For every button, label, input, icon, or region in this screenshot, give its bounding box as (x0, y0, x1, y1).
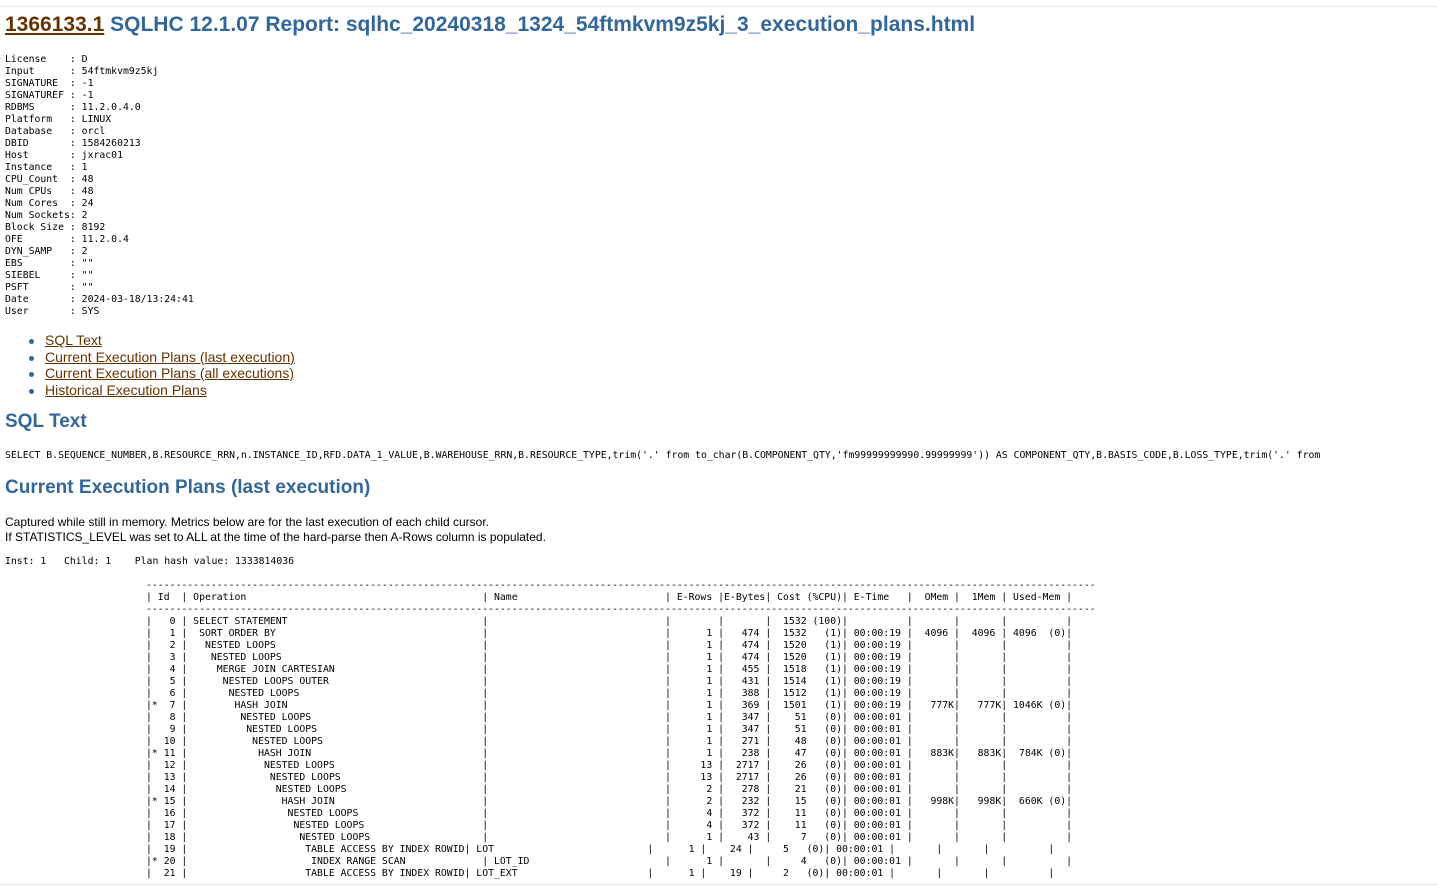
plan-line: | 8 | NESTED LOOPS | | 1 | 347 | 51 (0)|… (146, 712, 1073, 723)
header-info-line: Num CPUs : 48 (5, 186, 94, 197)
header-info-line: DBID : 1584260213 (5, 138, 141, 149)
plan-line: | 17 | NESTED LOOPS | | 4 | 372 | 11 (0)… (146, 820, 1073, 831)
toc-link[interactable]: SQL Text (45, 332, 102, 348)
plan-line: | 19 | TABLE ACCESS BY INDEX ROWID| LOT … (146, 844, 1055, 855)
current-plans-heading: Current Execution Plans (last execution) (5, 477, 371, 498)
header-info-line: Date : 2024-03-18/13:24:41 (5, 294, 194, 305)
toc-link[interactable]: Current Execution Plans (last execution) (45, 349, 295, 365)
header-info-line: SIGNATUREF : -1 (5, 90, 94, 101)
bullet-icon (29, 372, 34, 377)
plan-instance-line: Inst: 1 Child: 1 Plan hash value: 133381… (5, 556, 295, 567)
plan-line: | 3 | NESTED LOOPS | | 1 | 474 | 1520 (1… (146, 652, 1073, 663)
toc-item: Historical Execution Plans (29, 382, 295, 399)
plan-line: | 14 | NESTED LOOPS | | 2 | 278 | 21 (0)… (146, 784, 1073, 795)
toc-item: SQL Text (29, 332, 295, 349)
plan-line: | 21 | TABLE ACCESS BY INDEX ROWID| LOT_… (146, 868, 1055, 879)
plan-line: | 6 | NESTED LOOPS | | 1 | 388 | 1512 (1… (146, 688, 1073, 699)
plans-description-1: Captured while still in memory. Metrics … (5, 515, 489, 529)
bullet-icon (29, 355, 34, 361)
note-id-link[interactable]: 1366133.1 (5, 13, 104, 36)
header-info-line: SIEBEL : "" (5, 270, 94, 281)
sql-text-heading: SQL Text (5, 411, 87, 432)
plan-line: ----------------------------------------… (146, 580, 1096, 591)
report-header-info: License : D Input : 54ftmkvm9z5kj SIGNATUR… (5, 54, 194, 318)
plan-line: | Id | Operation | Name | E-Rows |E-Byte… (146, 592, 1073, 603)
plan-line: | 0 | SELECT STATEMENT | | | | 1532 (100… (146, 616, 1073, 627)
plan-line: |* 20 | INDEX RANGE SCAN | LOT_ID | 1 | … (146, 856, 1073, 867)
header-info-line: CPU_Count : 48 (5, 174, 94, 185)
toc-link[interactable]: Current Execution Plans (all executions) (45, 365, 294, 381)
header-info-line: Database : orcl (5, 126, 106, 137)
header-info-line: RDBMS : 11.2.0.4.0 (5, 102, 141, 113)
report-title: 1366133.1 SQLHC 12.1.07 Report: sqlhc_20… (5, 13, 975, 37)
plan-line: ----------------------------------------… (146, 604, 1096, 615)
plan-line: | 2 | NESTED LOOPS | | 1 | 474 | 1520 (1… (146, 640, 1073, 651)
header-info-line: SIGNATURE : -1 (5, 78, 94, 89)
plan-line: | 10 | NESTED LOOPS | | 1 | 271 | 48 (0)… (146, 736, 1073, 747)
toc-link[interactable]: Historical Execution Plans (45, 382, 207, 398)
header-info-line: User : SYS (5, 306, 100, 317)
header-info-line: Instance : 1 (5, 162, 88, 173)
plan-line: | 9 | NESTED LOOPS | | 1 | 347 | 51 (0)|… (146, 724, 1073, 735)
plans-description-2: If STATISTICS_LEVEL was set to ALL at th… (5, 530, 546, 544)
plan-line: | 13 | NESTED LOOPS | | 13 | 2717 | 26 (… (146, 772, 1073, 783)
header-info-line: EBS : "" (5, 258, 94, 269)
header-info-line: Platform : LINUX (5, 114, 112, 125)
header-info-line: Host : jxrac01 (5, 150, 123, 161)
header-info-line: Block Size : 8192 (5, 222, 106, 233)
plan-line: | 18 | NESTED LOOPS | | 1 | 43 | 7 (0)| … (146, 832, 1073, 843)
header-info-line: PSFT : "" (5, 282, 94, 293)
plan-line: | 16 | NESTED LOOPS | | 4 | 372 | 11 (0)… (146, 808, 1073, 819)
table-of-contents: SQL Text Current Execution Plans (last ex… (29, 332, 295, 398)
report-title-text: SQLHC 12.1.07 Report: sqlhc_20240318_132… (110, 13, 976, 36)
bullet-icon (29, 339, 34, 344)
plan-line: | 12 | NESTED LOOPS | | 13 | 2717 | 26 (… (146, 760, 1073, 771)
bottom-rule (0, 884, 1437, 885)
toc-item: Current Execution Plans (last execution) (29, 349, 295, 366)
execution-plan-table: ----------------------------------------… (146, 580, 1096, 880)
toc-item: Current Execution Plans (all executions) (29, 365, 295, 382)
plan-line: | 1 | SORT ORDER BY | | 1 | 474 | 1532 (… (146, 628, 1073, 639)
header-info-line: OFE : 11.2.0.4 (5, 234, 129, 245)
plan-line: | 5 | NESTED LOOPS OUTER | | 1 | 431 | 1… (146, 676, 1073, 687)
header-info-line: Input : 54ftmkvm9z5kj (5, 66, 159, 77)
header-info-line: Num Cores : 24 (5, 198, 94, 209)
plan-line: |* 11 | HASH JOIN | | 1 | 238 | 47 (0)| … (146, 748, 1073, 759)
header-info-line: DYN_SAMP : 2 (5, 246, 88, 257)
top-rule (0, 6, 1437, 7)
plan-line: |* 15 | HASH JOIN | | 2 | 232 | 15 (0)| … (146, 796, 1073, 807)
plan-line: |* 7 | HASH JOIN | | 1 | 369 | 1501 (1)|… (146, 700, 1073, 711)
header-info-line: License : D (5, 54, 88, 65)
bullet-icon (29, 388, 34, 394)
plan-line: | 4 | MERGE JOIN CARTESIAN | | 1 | 455 |… (146, 664, 1073, 675)
header-info-line: Num Sockets: 2 (5, 210, 88, 221)
sql-text: SELECT B.SEQUENCE_NUMBER,B.RESOURCE_RRN,… (5, 450, 1321, 461)
